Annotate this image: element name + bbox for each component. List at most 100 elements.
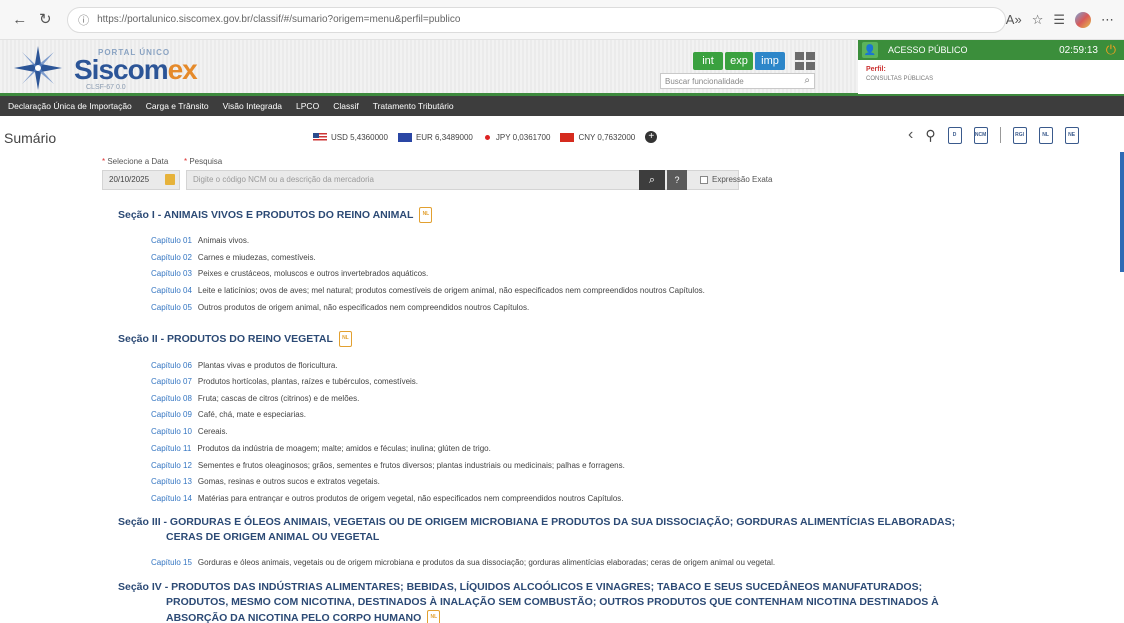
search-icon[interactable]: ⌕ xyxy=(804,75,810,86)
chapter-row: Capítulo 07 Produtos hortícolas, plantas,… xyxy=(151,377,418,386)
apps-grid-icon[interactable] xyxy=(795,52,815,70)
chapter-row: Capítulo 04 Leite e laticínios; ovos de a… xyxy=(151,286,705,295)
chapter-desc: Carnes e miudezas, comestíveis. xyxy=(197,253,316,262)
rate-eur: EUR 6,3489000 xyxy=(397,132,473,142)
logo-main-text: Siscom xyxy=(74,54,169,85)
chapter-link[interactable]: Capítulo 01 xyxy=(151,236,192,245)
chapter-row: Capítulo 12 Sementes e frutos oleaginosos… xyxy=(151,461,625,470)
nav-item-duimp[interactable]: Declaração Única de Importação xyxy=(8,101,132,111)
chapter-link[interactable]: Capítulo 11 xyxy=(151,444,191,453)
help-button[interactable]: ? xyxy=(667,170,687,190)
checkbox-box[interactable] xyxy=(700,175,708,184)
chapter-desc: Fruta; cascas de citros (citrinos) e de … xyxy=(197,394,360,403)
favorite-star-icon[interactable]: ☆ xyxy=(1032,12,1044,28)
section-title[interactable]: Seção III - GORDURAS E ÓLEOS ANIMAIS, VE… xyxy=(118,515,955,545)
section-title-text: Seção II - PRODUTOS DO REINO VEGETAL xyxy=(118,332,333,345)
chapter-row: Capítulo 02 Carnes e miudezas, comestívei… xyxy=(151,253,316,262)
chapter-link[interactable]: Capítulo 06 xyxy=(151,361,192,370)
doc-ne-icon[interactable]: NE xyxy=(1064,126,1079,144)
profile-label: Perfil: xyxy=(866,66,886,73)
chapter-desc: Gomas, resinas e outros sucos e extratos… xyxy=(197,477,380,486)
nav-item-lpco[interactable]: LPCO xyxy=(296,101,319,111)
nav-item-classif[interactable]: Classif xyxy=(333,101,359,111)
chapter-row: Capítulo 05 Outros produtos de origem ani… xyxy=(151,303,529,312)
chapter-link[interactable]: Capítulo 13 xyxy=(151,477,192,486)
chapter-link[interactable]: Capítulo 12 xyxy=(151,461,192,470)
nl-doc-icon[interactable]: NL xyxy=(419,207,433,223)
exact-expression-checkbox[interactable]: Expressão Exata xyxy=(700,175,772,184)
chevron-left-icon[interactable]: ‹ xyxy=(908,126,913,144)
info-icon[interactable]: ⓘ xyxy=(78,12,89,28)
section-title[interactable]: Seção IV - PRODUTOS DAS INDÚSTRIAS ALIME… xyxy=(118,580,939,623)
reload-icon[interactable]: ↻ xyxy=(36,10,56,30)
scrollbar-thumb[interactable] xyxy=(1120,152,1124,272)
chapter-desc: Produtos da indústria de moagem; malte; … xyxy=(197,444,491,453)
nav-item-visao[interactable]: Visão Integrada xyxy=(223,101,282,111)
exact-expression-label: Expressão Exata xyxy=(712,175,773,184)
rate-eur-text: EUR 6,3489000 xyxy=(415,132,473,142)
exp-button[interactable]: exp xyxy=(725,52,753,70)
favorites-list-icon[interactable]: ☰ xyxy=(1053,12,1065,28)
chapter-row: Capítulo 01 Animais vivos. xyxy=(151,236,249,245)
rate-usd-text: USD 5,4360000 xyxy=(331,132,388,142)
chapter-row: Capítulo 13 Gomas, resinas e outros sucos… xyxy=(151,477,380,486)
chapter-desc: Peixes e crustáceos, moluscos e outros i… xyxy=(197,269,429,278)
site-header: PORTAL ÚNICO Siscomex CLSF-67 0.0 int ex… xyxy=(0,40,1124,96)
china-flag-icon xyxy=(560,132,575,142)
chapter-desc: Gorduras e óleos animais, vegetais ou de… xyxy=(197,558,776,567)
person-filter-icon[interactable]: ⚲ xyxy=(925,127,935,144)
chapter-desc: Café, chá, mate e especiarias. xyxy=(197,410,306,419)
more-menu-icon[interactable]: ⋯ xyxy=(1101,12,1114,28)
chapter-link[interactable]: Capítulo 04 xyxy=(151,286,192,295)
function-search-input[interactable]: Buscar funcionalidade ⌕ xyxy=(660,73,815,89)
chapter-link[interactable]: Capítulo 03 xyxy=(151,269,192,278)
chapter-link[interactable]: Capítulo 10 xyxy=(151,427,192,436)
doc-rgi-icon[interactable]: RGI xyxy=(1012,126,1027,144)
calendar-icon[interactable] xyxy=(165,174,175,185)
imp-button[interactable]: imp xyxy=(755,52,785,70)
section-title[interactable]: Seção II - PRODUTOS DO REINO VEGETAL NL xyxy=(118,331,352,347)
profile-avatar[interactable] xyxy=(1075,11,1091,28)
eu-flag-icon xyxy=(397,132,412,142)
toolbar-separator xyxy=(999,127,1001,143)
chapter-link[interactable]: Capítulo 05 xyxy=(151,303,192,312)
section-title[interactable]: Seção I - ANIMAIS VIVOS E PRODUTOS DO RE… xyxy=(118,207,433,223)
chapter-link[interactable]: Capítulo 15 xyxy=(151,558,192,567)
chapter-link[interactable]: Capítulo 08 xyxy=(151,394,192,403)
nl-doc-icon[interactable]: NL xyxy=(427,610,441,623)
add-currency-icon[interactable]: + xyxy=(645,131,658,143)
session-timer: 02:59:13 xyxy=(1059,44,1098,56)
date-label: * Selecione a Data xyxy=(102,157,169,166)
chapter-link[interactable]: Capítulo 14 xyxy=(151,494,192,503)
logo-accent-text: ex xyxy=(167,54,198,85)
section-title-line1: Seção IV - PRODUTOS DAS INDÚSTRIAS ALIME… xyxy=(118,581,923,593)
siscomex-logo[interactable]: Siscomex xyxy=(74,54,198,86)
chapter-link[interactable]: Capítulo 09 xyxy=(151,410,192,419)
nav-item-tributario[interactable]: Tratamento Tributário xyxy=(373,101,454,111)
chapter-desc: Matérias para entrançar e outros produto… xyxy=(197,494,624,503)
access-bar: 👤 ACESSO PÚBLICO 02:59:13 xyxy=(858,40,1124,60)
int-button[interactable]: int xyxy=(693,52,723,70)
section-title-line2: PRODUTOS, MESMO COM NICOTINA, DESTINADOS… xyxy=(166,596,939,608)
doc-d-icon[interactable]: D xyxy=(947,126,962,144)
address-bar[interactable]: ⓘ https://portalunico.siscomex.gov.br/cl… xyxy=(67,6,1006,33)
url-text: https://portalunico.siscomex.gov.br/clas… xyxy=(97,14,461,25)
chapter-row: Capítulo 08 Fruta; cascas de citros (citr… xyxy=(151,394,359,403)
read-aloud-icon[interactable]: A» xyxy=(1006,12,1022,27)
doc-ncm-icon[interactable]: NCM xyxy=(973,126,988,144)
usa-flag-icon xyxy=(313,132,327,142)
search-button[interactable]: ⌕ xyxy=(639,170,665,190)
section-title-line2: CERAS DE ORIGEM ANIMAL OU VEGETAL xyxy=(166,531,380,543)
section-title-line1: Seção III - GORDURAS E ÓLEOS ANIMAIS, VE… xyxy=(118,516,956,528)
nl-doc-icon[interactable]: NL xyxy=(338,331,352,347)
nav-item-carga[interactable]: Carga e Trânsito xyxy=(146,101,209,111)
chapter-desc: Produtos hortícolas, plantas, raízes e t… xyxy=(197,377,419,386)
date-field[interactable]: 20/10/2025 xyxy=(102,170,180,190)
power-icon[interactable]: ⏻ xyxy=(1106,42,1116,58)
section-title-line3: ABSORÇÃO DA NICOTINA PELO CORPO HUMANO xyxy=(166,611,422,623)
doc-nl-icon[interactable]: NL xyxy=(1038,126,1053,144)
chapter-desc: Cereais. xyxy=(197,427,228,436)
chapter-link[interactable]: Capítulo 07 xyxy=(151,377,192,386)
back-icon[interactable]: ← xyxy=(10,10,30,30)
chapter-link[interactable]: Capítulo 02 xyxy=(151,253,192,262)
